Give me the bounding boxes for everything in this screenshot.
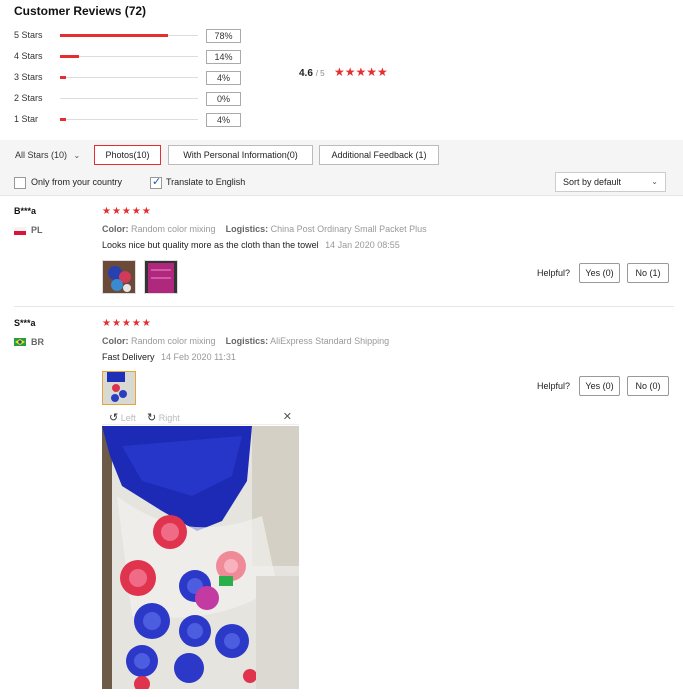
only-country-label: Only from your country: [31, 177, 123, 187]
helpful-yes-button[interactable]: Yes (0): [579, 263, 620, 283]
distribution-bar: [60, 76, 198, 79]
only-country-checkbox[interactable]: [14, 177, 26, 189]
rotate-left-button[interactable]: ↺ Left: [109, 411, 136, 424]
distribution-percent: 14%: [206, 50, 241, 64]
reviewer-country: BR: [31, 337, 44, 347]
review-photo-thumbnail[interactable]: [102, 260, 136, 294]
chevron-down-icon: ⌄: [651, 177, 658, 186]
flag-br-icon: [14, 338, 26, 346]
distribution-fill: [60, 55, 80, 58]
distribution-fill: [60, 118, 66, 121]
all-stars-label: All Stars (10): [15, 150, 68, 160]
average-value: 4.6: [299, 68, 313, 79]
logistics-label: Logistics:: [225, 224, 269, 234]
all-stars-dropdown[interactable]: All Stars (10) ⌄: [15, 150, 80, 160]
translate-label: Translate to English: [166, 177, 246, 187]
photo-viewer-toolbar: ↺ Left ↻ Right ✕: [102, 410, 299, 425]
distribution-label: 1 Star: [14, 114, 39, 124]
chevron-down-icon: ⌄: [73, 151, 81, 160]
distribution-percent: 4%: [206, 113, 241, 127]
distribution-bar: [60, 55, 198, 58]
filter-additional-feedback-button[interactable]: Additional Feedback (1): [319, 145, 439, 165]
review-date: 14 Feb 2020 11:31: [161, 352, 236, 362]
photo-thumbnail-image: [103, 261, 135, 293]
reviewer-name: B***a: [14, 206, 37, 216]
logistics-value: China Post Ordinary Small Packet Plus: [270, 224, 427, 234]
rotate-left-icon: ↺: [109, 412, 119, 424]
rotate-right-button[interactable]: ↻ Right: [147, 411, 180, 424]
reviewer-country: PL: [31, 225, 43, 235]
helpful-no-button[interactable]: No (1): [627, 263, 669, 283]
distribution-label: 2 Stars: [14, 93, 43, 103]
rotate-right-icon: ↻: [147, 412, 157, 424]
translate-checkbox[interactable]: [150, 175, 162, 189]
distribution-percent: 78%: [206, 29, 241, 43]
review-meta: Color: Random color mixing Logistics: Ch…: [102, 224, 427, 234]
distribution-row-2[interactable]: 2 Stars 0%: [14, 92, 254, 106]
color-label: Color:: [102, 224, 129, 234]
helpful-no-button[interactable]: No (0): [627, 376, 669, 396]
photo-thumbnail-image: [145, 261, 177, 293]
rating-summary: Customer Reviews (72) 5 Stars 78% 4 Star…: [0, 0, 683, 140]
color-label: Color:: [102, 336, 129, 346]
review-photo-large: [102, 426, 299, 689]
review-text: Fast Delivery: [102, 352, 155, 362]
average-stars: ★★★★★: [334, 65, 388, 79]
review-stars: ★★★★★: [102, 318, 152, 329]
photo-thumbnail-image: [103, 372, 135, 404]
distribution-label: 3 Stars: [14, 72, 43, 82]
review-photo-thumbnail[interactable]: [144, 260, 178, 294]
reviewer-name: S***a: [14, 318, 36, 328]
distribution-percent: 0%: [206, 92, 241, 106]
logistics-label: Logistics:: [225, 336, 269, 346]
distribution-row-3[interactable]: 3 Stars 4%: [14, 71, 254, 85]
review-text-line: Fast Delivery 14 Feb 2020 11:31: [102, 352, 236, 362]
rotate-left-label: Left: [120, 413, 136, 423]
filter-personal-info-button[interactable]: With Personal Information(0): [168, 145, 313, 165]
helpful-label: Helpful?: [537, 268, 571, 278]
color-value: Random color mixing: [131, 224, 216, 234]
distribution-bar: [60, 98, 198, 99]
reviews-title: Customer Reviews (72): [14, 4, 147, 18]
helpful-yes-button[interactable]: Yes (0): [579, 376, 620, 396]
distribution-bar: [60, 118, 198, 121]
distribution-percent: 4%: [206, 71, 241, 85]
logistics-value: AliExpress Standard Shipping: [270, 336, 390, 346]
distribution-label: 4 Stars: [14, 51, 43, 61]
distribution-row-5[interactable]: 5 Stars 78%: [14, 29, 254, 43]
average-rating: 4.6 / 5: [299, 68, 325, 79]
distribution-label: 5 Stars: [14, 30, 43, 40]
review-text-line: Looks nice but quality more as the cloth…: [102, 240, 400, 250]
flag-pl-icon: [14, 227, 26, 235]
rotate-right-label: Right: [158, 413, 180, 423]
review-meta: Color: Random color mixing Logistics: Al…: [102, 336, 389, 346]
helpful-label: Helpful?: [537, 381, 571, 391]
filter-bar: All Stars (10) ⌄ Photos(10) With Persona…: [0, 140, 683, 196]
distribution-fill: [60, 76, 66, 79]
sort-label: Sort by default: [563, 177, 622, 187]
color-value: Random color mixing: [131, 336, 216, 346]
review-divider: [14, 306, 674, 307]
review-photo-thumbnail-selected[interactable]: [102, 371, 136, 405]
close-icon[interactable]: ✕: [283, 410, 292, 423]
review-text: Looks nice but quality more as the cloth…: [102, 240, 319, 250]
sort-select[interactable]: Sort by default ⌄: [555, 172, 666, 192]
distribution-row-1[interactable]: 1 Star 4%: [14, 113, 254, 127]
review-date: 14 Jan 2020 08:55: [325, 240, 400, 250]
distribution-bar: [60, 34, 198, 37]
filter-photos-button[interactable]: Photos(10): [94, 145, 161, 165]
distribution-fill: [60, 34, 168, 37]
review-stars: ★★★★★: [102, 206, 152, 217]
distribution-row-4[interactable]: 4 Stars 14%: [14, 50, 254, 64]
average-of: / 5: [315, 69, 325, 78]
photo-large-image: [102, 426, 299, 689]
